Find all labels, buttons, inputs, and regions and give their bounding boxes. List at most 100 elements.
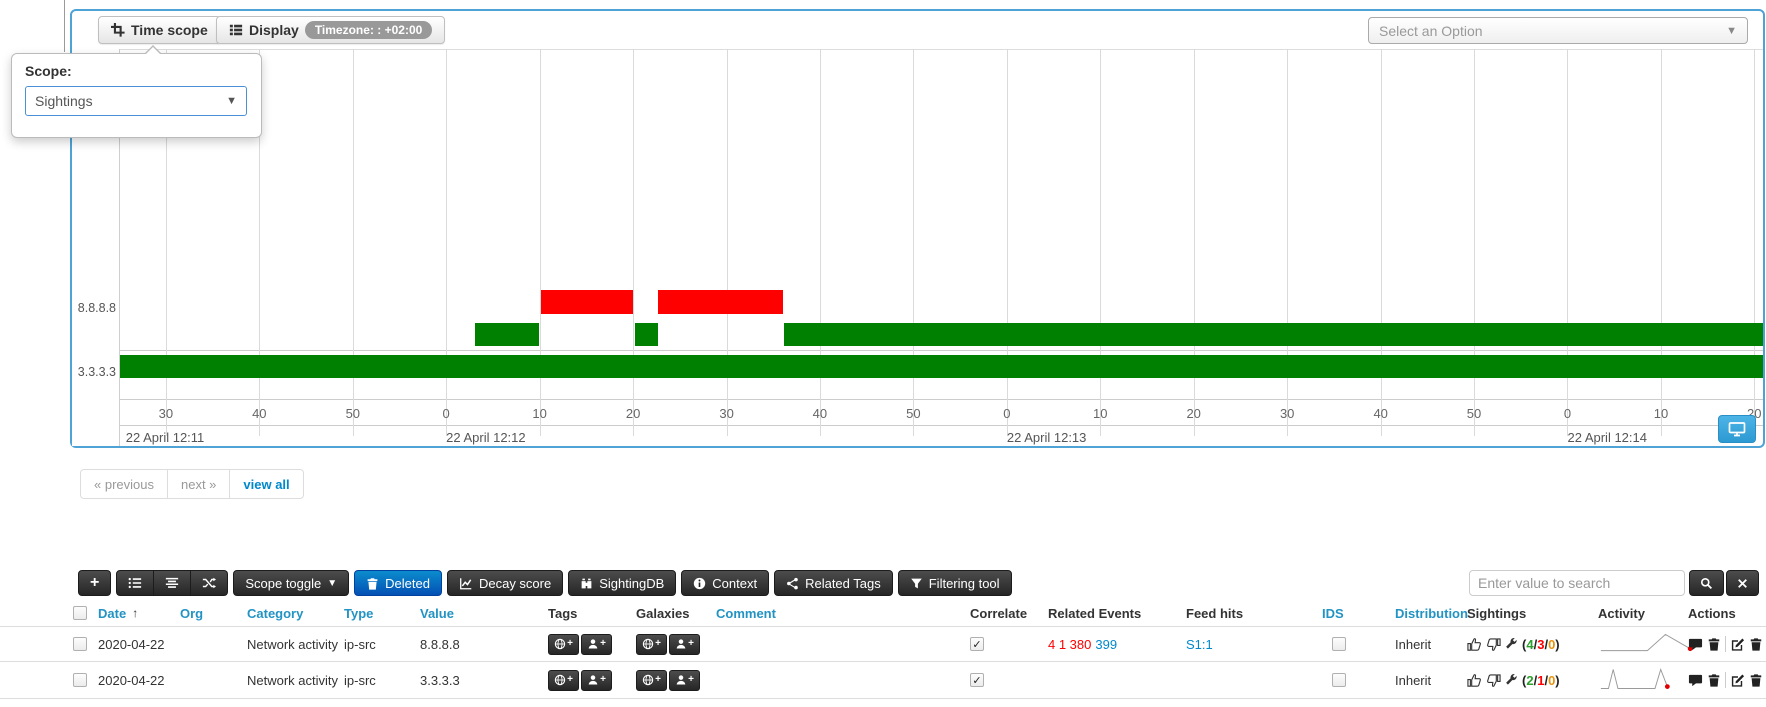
option-select-value: Select an Option bbox=[1379, 23, 1483, 39]
false-positive-bar[interactable] bbox=[658, 290, 783, 314]
related-event-link-blue[interactable]: 399 bbox=[1095, 637, 1117, 652]
add-global-tag-button[interactable]: + bbox=[548, 634, 579, 655]
header-type[interactable]: Type bbox=[344, 600, 373, 626]
filtering-tool-button[interactable]: Filtering tool bbox=[898, 570, 1012, 596]
plus-icon: + bbox=[688, 639, 694, 649]
search-input[interactable] bbox=[1469, 570, 1685, 596]
value-cell: 3.3.3.3 bbox=[420, 662, 460, 698]
add-local-tag-button[interactable]: + bbox=[581, 670, 612, 691]
delete-sighting-icon[interactable] bbox=[1707, 673, 1721, 687]
display-label: Display bbox=[249, 22, 299, 38]
x-axis-tick-label: 20 bbox=[626, 406, 640, 421]
correlate-checkbox[interactable] bbox=[970, 637, 984, 651]
header-distribution[interactable]: Distribution bbox=[1395, 600, 1468, 626]
feed-hit-link[interactable]: S1:1 bbox=[1186, 637, 1213, 652]
row-select-checkbox[interactable] bbox=[73, 637, 87, 651]
delete-attribute-icon[interactable] bbox=[1749, 673, 1763, 687]
add-attribute-button[interactable]: + bbox=[78, 570, 111, 596]
header-org[interactable]: Org bbox=[180, 600, 203, 626]
distribution-cell: Inherit bbox=[1395, 662, 1431, 698]
filtering-tool-label: Filtering tool bbox=[929, 576, 1000, 591]
add-local-tag-button[interactable]: + bbox=[669, 670, 700, 691]
time-scope-button[interactable]: Time scope bbox=[98, 16, 221, 44]
thumbs-down-icon[interactable] bbox=[1486, 673, 1501, 688]
binoculars-icon bbox=[580, 577, 593, 590]
add-global-tag-button[interactable]: + bbox=[636, 634, 667, 655]
view-list-button[interactable] bbox=[116, 570, 154, 596]
header-feed-hits: Feed hits bbox=[1186, 600, 1243, 626]
correlate-cell bbox=[970, 627, 984, 661]
header-value[interactable]: Value bbox=[420, 600, 454, 626]
x-axis-tick-label: 0 bbox=[443, 406, 450, 421]
related-tags-button[interactable]: Related Tags bbox=[774, 570, 893, 596]
previous-page-button[interactable]: « previous bbox=[81, 470, 168, 498]
x-axis-date-label: 22 April 12:12 bbox=[446, 430, 526, 445]
header-galaxies: Galaxies bbox=[636, 600, 690, 626]
ids-checkbox[interactable] bbox=[1332, 673, 1346, 687]
option-select[interactable]: Select an Option ▼ bbox=[1368, 17, 1748, 44]
wrench-icon[interactable] bbox=[1505, 674, 1518, 687]
search-button[interactable] bbox=[1689, 570, 1724, 596]
shuffle-button[interactable] bbox=[191, 570, 228, 596]
view-compact-button[interactable] bbox=[154, 570, 191, 596]
x-axis-tick-label: 0 bbox=[1564, 406, 1571, 421]
clear-search-button[interactable] bbox=[1726, 570, 1759, 596]
scope-toggle-button[interactable]: Scope toggle ▼ bbox=[233, 570, 349, 596]
date-cell: 2020-04-22 bbox=[98, 662, 165, 698]
scope-select-value: Sightings bbox=[35, 93, 93, 109]
comment-icon[interactable] bbox=[1688, 673, 1703, 688]
sighting-bar[interactable] bbox=[120, 355, 1763, 378]
related-event-links-red[interactable]: 4 1 380 bbox=[1048, 637, 1091, 652]
actions-cell bbox=[1688, 627, 1763, 661]
context-button[interactable]: Context bbox=[681, 570, 769, 596]
sighting-bar[interactable] bbox=[475, 323, 539, 346]
display-button[interactable]: Display Timezone: : +02:00 bbox=[216, 16, 445, 44]
related-tags-label: Related Tags bbox=[805, 576, 881, 591]
false-positive-bar[interactable] bbox=[541, 290, 633, 314]
timeline-display-toggle-button[interactable] bbox=[1718, 415, 1756, 443]
select-all-checkbox[interactable] bbox=[73, 606, 87, 620]
attribute-row: 2020-04-22 Network activity ip-src 3.3.3… bbox=[0, 662, 1766, 699]
row-label-8888: 8.8.8.8 bbox=[78, 301, 116, 315]
edit-icon[interactable] bbox=[1730, 673, 1745, 688]
deleted-toggle-button[interactable]: Deleted bbox=[354, 570, 442, 596]
x-axis-tick-label: 10 bbox=[1093, 406, 1107, 421]
header-date[interactable]: Date↑ bbox=[98, 600, 138, 626]
view-all-button[interactable]: view all bbox=[230, 470, 302, 498]
plus-icon: + bbox=[655, 675, 661, 685]
user-icon bbox=[675, 638, 687, 650]
crop-icon bbox=[111, 23, 125, 37]
value-cell: 8.8.8.8 bbox=[420, 627, 460, 661]
chart-plot[interactable]: 30405001020304050010203040500102022 Apri… bbox=[119, 49, 1763, 446]
edit-icon[interactable] bbox=[1730, 637, 1745, 652]
row-select-checkbox[interactable] bbox=[73, 673, 87, 687]
add-local-tag-button[interactable]: + bbox=[669, 634, 700, 655]
chevron-down-icon: ▼ bbox=[1726, 25, 1737, 37]
thumbs-up-icon[interactable] bbox=[1467, 637, 1482, 652]
row-select-cell bbox=[73, 662, 87, 698]
add-global-tag-button[interactable]: + bbox=[548, 670, 579, 691]
category-cell: Network activity bbox=[247, 627, 338, 661]
scope-select[interactable]: Sightings ▼ bbox=[25, 86, 247, 116]
wrench-icon[interactable] bbox=[1505, 638, 1518, 651]
ids-checkbox[interactable] bbox=[1332, 637, 1346, 651]
header-ids[interactable]: IDS bbox=[1322, 600, 1344, 626]
sighting-bar[interactable] bbox=[784, 323, 1763, 346]
decay-score-button[interactable]: Decay score bbox=[447, 570, 563, 596]
sightingdb-button[interactable]: SightingDB bbox=[568, 570, 676, 596]
header-sightings: Sightings bbox=[1467, 600, 1526, 626]
correlate-checkbox[interactable] bbox=[970, 673, 984, 687]
thumbs-down-icon[interactable] bbox=[1486, 637, 1501, 652]
comment-icon[interactable] bbox=[1688, 637, 1703, 652]
header-category[interactable]: Category bbox=[247, 600, 303, 626]
next-page-button[interactable]: next » bbox=[168, 470, 230, 498]
delete-attribute-icon[interactable] bbox=[1749, 637, 1763, 651]
delete-sighting-icon[interactable] bbox=[1707, 637, 1721, 651]
scope-label: Scope: bbox=[25, 63, 72, 79]
thumbs-up-icon[interactable] bbox=[1467, 673, 1482, 688]
add-global-tag-button[interactable]: + bbox=[636, 670, 667, 691]
popover-arrow bbox=[144, 45, 162, 54]
header-comment[interactable]: Comment bbox=[716, 600, 776, 626]
sighting-bar[interactable] bbox=[635, 323, 658, 346]
add-local-tag-button[interactable]: + bbox=[581, 634, 612, 655]
